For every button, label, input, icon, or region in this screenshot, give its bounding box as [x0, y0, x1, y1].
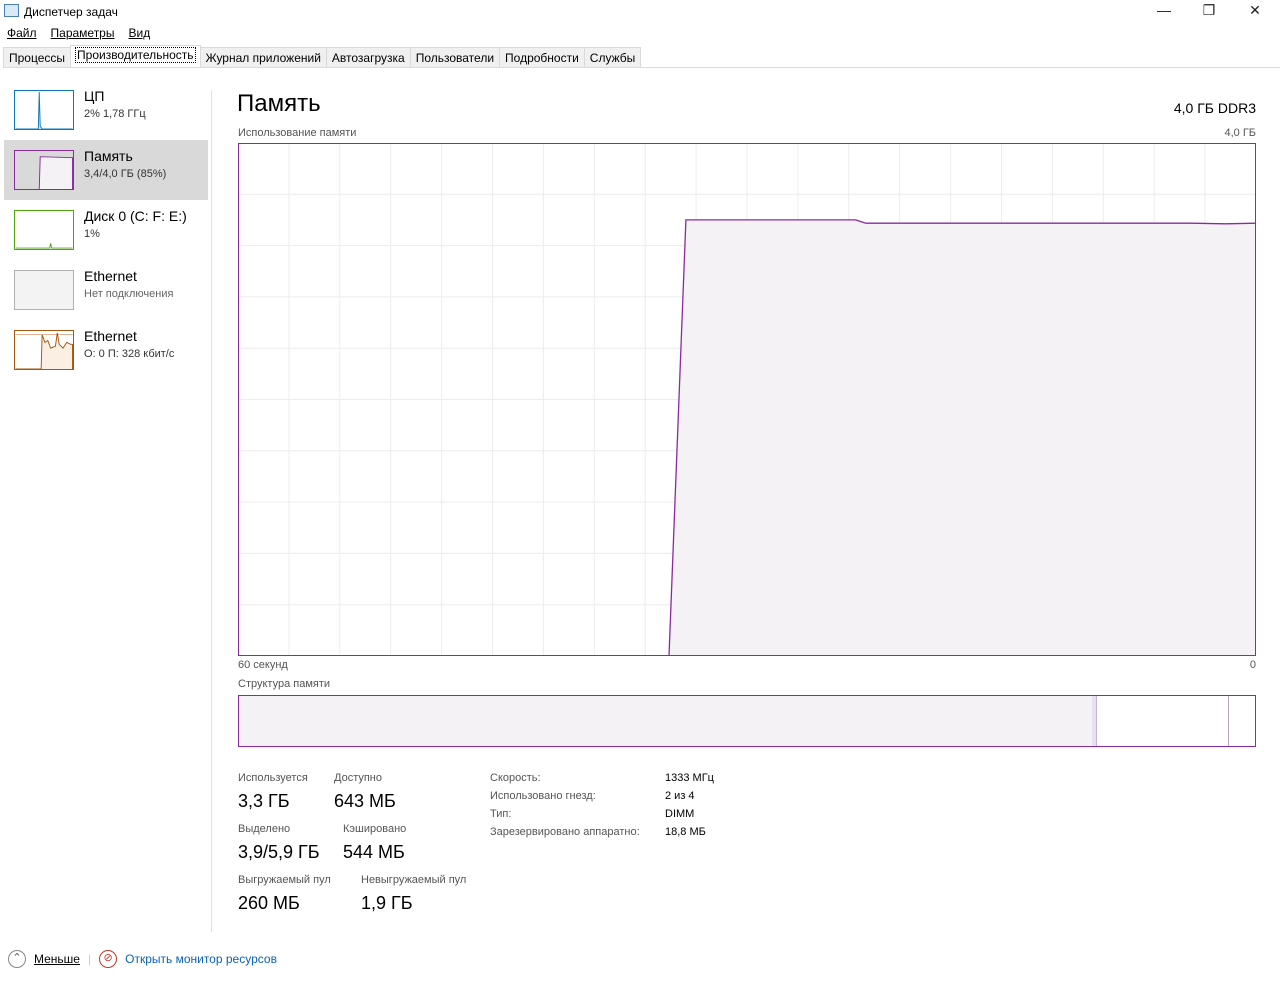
time-right-label: 0	[1249, 659, 1256, 671]
sidebar-item-cpu[interactable]: ЦП 2% 1,78 ГГц	[4, 80, 208, 140]
available-label: Доступно	[334, 772, 383, 784]
chevron-up-icon[interactable]: ⌃	[8, 950, 26, 968]
close-button[interactable]: ✕	[1232, 2, 1278, 22]
tab-startup[interactable]: Автозагрузка	[325, 47, 411, 67]
tab-users[interactable]: Пользователи	[409, 47, 501, 67]
resource-monitor-icon: ⊘	[99, 950, 118, 968]
sidebar-item-label: Ethernet	[84, 268, 137, 284]
tab-label: Процессы	[9, 51, 66, 65]
tab-label: Производительность	[75, 47, 196, 63]
committed-value: 3,9/5,9 ГБ	[238, 842, 320, 862]
sidebar-item-sub: Нет подключения	[84, 288, 174, 300]
composition-free	[1228, 696, 1255, 746]
composition-standby	[1096, 696, 1229, 746]
memory-usage-graph	[238, 143, 1256, 656]
footer: ⌃ Меньше | ⊘ Открыть монитор ресурсов	[8, 950, 277, 968]
form-factor-label: Тип:	[490, 808, 512, 820]
sidebar-item-label: Ethernet	[84, 328, 137, 344]
ethernet-thumbnail	[14, 270, 74, 310]
tab-label: Автозагрузка	[331, 51, 405, 65]
memory-composition-bar	[238, 695, 1256, 747]
form-factor-value: DIMM	[665, 808, 695, 820]
sidebar-divider	[211, 90, 212, 932]
page-title: Память	[237, 90, 321, 117]
menu-bar: Файл Параметры Вид	[7, 26, 150, 40]
tab-processes[interactable]: Процессы	[3, 47, 72, 67]
sidebar-item-sub: 1%	[84, 228, 100, 240]
composition-in-use	[239, 696, 1093, 746]
menu-options[interactable]: Параметры	[51, 26, 115, 40]
fewer-details-button[interactable]: Меньше	[34, 952, 80, 966]
slots-label: Использовано гнезд:	[490, 790, 596, 802]
nonpaged-pool-value: 1,9 ГБ	[361, 893, 413, 913]
composition-label: Структура памяти	[238, 678, 331, 690]
menu-view[interactable]: Вид	[128, 26, 150, 40]
available-value: 643 МБ	[334, 791, 396, 811]
sidebar-item-memory[interactable]: Память 3,4/4,0 ГБ (85%)	[4, 140, 208, 200]
paged-pool-label: Выгружаемый пул	[238, 874, 331, 886]
reserved-label: Зарезервировано аппаратно:	[490, 826, 640, 838]
restore-button[interactable]: ❐	[1186, 2, 1232, 22]
tab-bar: Процессы Производительность Журнал прило…	[3, 45, 1280, 68]
open-resource-monitor-link[interactable]: Открыть монитор ресурсов	[125, 952, 277, 966]
tab-label: Службы	[589, 51, 636, 65]
tab-label: Журнал приложений	[205, 51, 321, 65]
speed-label: Скорость:	[490, 772, 541, 784]
slots-value: 2 из 4	[665, 790, 695, 802]
sidebar-item-ethernet-1[interactable]: Ethernet Нет подключения	[4, 260, 208, 320]
cpu-thumbnail	[14, 90, 74, 130]
nonpaged-pool-label: Невыгружаемый пул	[361, 874, 467, 886]
usage-label: Использование памяти	[238, 127, 357, 139]
ethernet-thumbnail	[14, 330, 74, 370]
menu-file[interactable]: Файл	[7, 26, 37, 40]
app-icon	[4, 4, 19, 17]
cached-value: 544 МБ	[343, 842, 405, 862]
committed-label: Выделено	[238, 823, 291, 835]
sidebar-item-ethernet-2[interactable]: Ethernet О: 0 П: 328 кбит/с	[4, 320, 208, 380]
usage-max-label: 4,0 ГБ	[1224, 127, 1256, 139]
tab-app-history[interactable]: Журнал приложений	[199, 47, 327, 67]
time-left-label: 60 секунд	[238, 659, 288, 671]
paged-pool-value: 260 МБ	[238, 893, 300, 913]
sidebar-item-sub: 3,4/4,0 ГБ (85%)	[84, 168, 167, 180]
memory-thumbnail	[14, 150, 74, 190]
tab-details[interactable]: Подробности	[499, 47, 585, 67]
in-use-label: Используется	[238, 772, 308, 784]
disk-thumbnail	[14, 210, 74, 250]
reserved-value: 18,8 МБ	[665, 826, 706, 838]
tab-label: Подробности	[505, 51, 579, 65]
speed-value: 1333 МГц	[665, 772, 714, 784]
minimize-button[interactable]: —	[1141, 2, 1187, 22]
memory-spec: 4,0 ГБ DDR3	[1173, 100, 1256, 116]
separator: |	[87, 952, 92, 966]
sidebar-item-sub: 2% 1,78 ГГц	[84, 108, 146, 120]
window-title: Диспетчер задач	[24, 5, 118, 19]
in-use-value: 3,3 ГБ	[238, 791, 290, 811]
tab-performance[interactable]: Производительность	[70, 45, 201, 67]
sidebar-item-label: Память	[84, 148, 133, 164]
sidebar-item-disk[interactable]: Диск 0 (C: F: E:) 1%	[4, 200, 208, 260]
sidebar-item-sub: О: 0 П: 328 кбит/с	[84, 348, 175, 360]
cached-label: Кэшировано	[343, 823, 407, 835]
sidebar-item-label: Диск 0 (C: F: E:)	[84, 208, 187, 224]
tab-services[interactable]: Службы	[583, 47, 642, 67]
tab-label: Пользователи	[415, 51, 495, 65]
sidebar-item-label: ЦП	[84, 88, 105, 104]
